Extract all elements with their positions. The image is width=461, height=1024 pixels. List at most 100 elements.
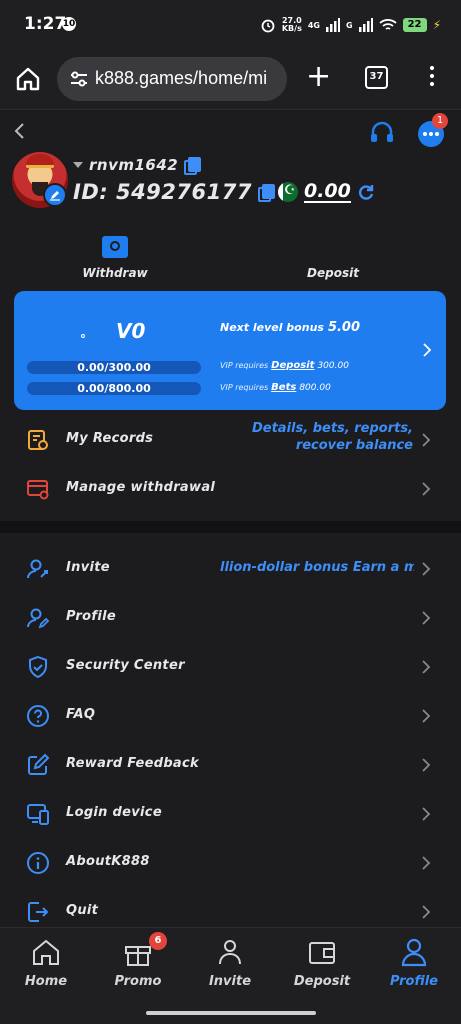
nav-invite-label: Invite bbox=[208, 974, 252, 989]
nav-deposit-label: Deposit bbox=[293, 974, 351, 989]
nav-home[interactable]: Home bbox=[0, 936, 92, 989]
plus-icon[interactable]: + bbox=[306, 62, 331, 92]
manage-withdrawal-label: Manage withdrawal bbox=[66, 480, 216, 495]
faq-row[interactable]: FAQ bbox=[0, 693, 461, 739]
tabs-icon[interactable]: 37 bbox=[365, 66, 388, 89]
charging-icon: ⚡ bbox=[432, 18, 441, 32]
quit-label: Quit bbox=[66, 903, 99, 918]
quit-row[interactable]: Quit bbox=[0, 889, 461, 927]
signal-icon bbox=[325, 18, 340, 32]
profile-icon bbox=[27, 608, 50, 629]
promo-badge: 6 bbox=[149, 932, 167, 950]
reward-feedback-label: Reward Feedback bbox=[66, 756, 199, 771]
deposit-button[interactable]: Deposit bbox=[278, 266, 388, 280]
bets-requirement: VIP requires Bets 800.00 bbox=[220, 382, 331, 393]
tune-icon[interactable] bbox=[69, 69, 89, 89]
status-bar: 1:27 10 27.0 KB/s 4G G 22 ⚡ bbox=[0, 0, 461, 50]
nav-invite[interactable]: Invite bbox=[184, 936, 276, 989]
records-icon bbox=[28, 430, 48, 450]
my-records-label: My Records bbox=[66, 431, 154, 446]
profile-label: Profile bbox=[66, 609, 116, 624]
invite-label: Invite bbox=[66, 560, 110, 575]
chevron-right-icon bbox=[423, 343, 432, 357]
copy-icon[interactable] bbox=[184, 157, 202, 175]
home-icon bbox=[33, 939, 59, 965]
balance: 0.00 bbox=[303, 180, 351, 203]
invite-icon bbox=[219, 940, 241, 965]
my-records-row[interactable]: My Records Details, bets, reports, recove… bbox=[0, 417, 461, 463]
reward-feedback-row[interactable]: Reward Feedback bbox=[0, 742, 461, 788]
invite-row[interactable]: Invite llion-dollar bonus Earn a m bbox=[0, 546, 461, 592]
nav-profile[interactable]: Profile bbox=[368, 936, 460, 989]
deposit-requirement: VIP requires Deposit 300.00 bbox=[220, 360, 349, 371]
about-row[interactable]: AboutK888 bbox=[0, 840, 461, 886]
back-icon[interactable] bbox=[12, 121, 26, 141]
copy-icon[interactable] bbox=[257, 184, 275, 202]
refresh-icon[interactable] bbox=[357, 183, 375, 201]
login-device-label: Login device bbox=[66, 805, 162, 820]
deposit-link[interactable]: Deposit bbox=[271, 360, 314, 371]
faq-icon bbox=[27, 705, 49, 727]
network-4g: 4G bbox=[307, 20, 320, 30]
chevron-right-icon bbox=[422, 611, 431, 625]
chevron-right-icon bbox=[422, 856, 431, 870]
withdrawal-card-icon bbox=[27, 480, 49, 500]
clock: 1:27 bbox=[24, 14, 67, 34]
login-device-row[interactable]: Login device bbox=[0, 791, 461, 837]
chevron-right-icon bbox=[422, 660, 431, 674]
bets-progress-bar: 0.00/800.00 bbox=[27, 382, 201, 395]
alarm-icon bbox=[261, 19, 275, 33]
status-icons: 27.0 KB/s 4G G 22 ⚡ bbox=[260, 14, 441, 36]
notification-count-badge: 10 bbox=[62, 17, 76, 31]
pakistan-flag-icon bbox=[277, 182, 298, 202]
wallet-icon bbox=[309, 942, 335, 964]
shield-icon bbox=[29, 655, 47, 679]
info-icon bbox=[27, 852, 49, 874]
vip-level: V0 bbox=[116, 319, 146, 343]
gesture-bar bbox=[0, 1000, 461, 1024]
caret-down-icon[interactable] bbox=[73, 162, 83, 168]
home-icon[interactable] bbox=[14, 65, 42, 93]
deposit-label: Deposit bbox=[307, 266, 359, 280]
withdraw-button[interactable]: Withdraw bbox=[60, 236, 170, 280]
vip-card[interactable]: V0 Next level bonus 5.00 0.00/300.00 0.00… bbox=[14, 291, 446, 410]
network-g: G bbox=[345, 20, 353, 30]
nav-deposit[interactable]: Deposit bbox=[276, 936, 368, 989]
url-bar[interactable]: k888.games/home/mi bbox=[57, 57, 287, 101]
menu-icon[interactable] bbox=[428, 66, 436, 90]
withdraw-label: Withdraw bbox=[82, 266, 148, 280]
security-center-label: Security Center bbox=[66, 658, 185, 673]
manage-withdrawal-row[interactable]: Manage withdrawal bbox=[0, 466, 461, 512]
edit-icon bbox=[28, 753, 50, 775]
nav-home-label: Home bbox=[24, 974, 68, 989]
headset-icon[interactable] bbox=[369, 120, 395, 146]
id-row: ID: 549276177 0.00 bbox=[73, 180, 375, 204]
next-level-bonus: Next level bonus 5.00 bbox=[220, 320, 361, 335]
chat-icon[interactable]: 1 bbox=[418, 113, 448, 147]
username-row: rnvm1642 bbox=[73, 156, 202, 175]
signal-icon bbox=[358, 18, 373, 32]
about-label: AboutK888 bbox=[66, 854, 150, 869]
edit-avatar-icon[interactable] bbox=[43, 183, 67, 207]
profile-row[interactable]: Profile bbox=[0, 595, 461, 641]
profile-page: 1 rnvm1642 ID: 549276177 0.00 Withdraw D… bbox=[0, 111, 461, 927]
bets-link[interactable]: Bets bbox=[271, 382, 296, 393]
vip-badge-dot bbox=[81, 334, 85, 338]
nav-promo-label: Promo bbox=[114, 974, 162, 989]
my-records-hint: Details, bets, reports, recover balance bbox=[251, 421, 413, 453]
nav-profile-label: Profile bbox=[390, 974, 438, 989]
chevron-right-icon bbox=[422, 433, 431, 447]
url-text: k888.games/home/mi bbox=[95, 68, 268, 88]
chat-badge: 1 bbox=[432, 113, 448, 129]
section-divider bbox=[0, 521, 461, 533]
bottom-nav: Home 6 Promo Invite Deposit Profile bbox=[0, 927, 461, 1000]
chevron-right-icon bbox=[422, 758, 431, 772]
chevron-right-icon bbox=[422, 709, 431, 723]
battery-icon: 22 bbox=[402, 18, 427, 32]
security-center-row[interactable]: Security Center bbox=[0, 644, 461, 690]
nav-promo[interactable]: 6 Promo bbox=[92, 932, 184, 989]
browser-toolbar: k888.games/home/mi + 37 bbox=[0, 50, 461, 110]
chevron-right-icon bbox=[422, 482, 431, 496]
device-icon bbox=[27, 804, 49, 825]
chevron-right-icon bbox=[422, 905, 431, 919]
